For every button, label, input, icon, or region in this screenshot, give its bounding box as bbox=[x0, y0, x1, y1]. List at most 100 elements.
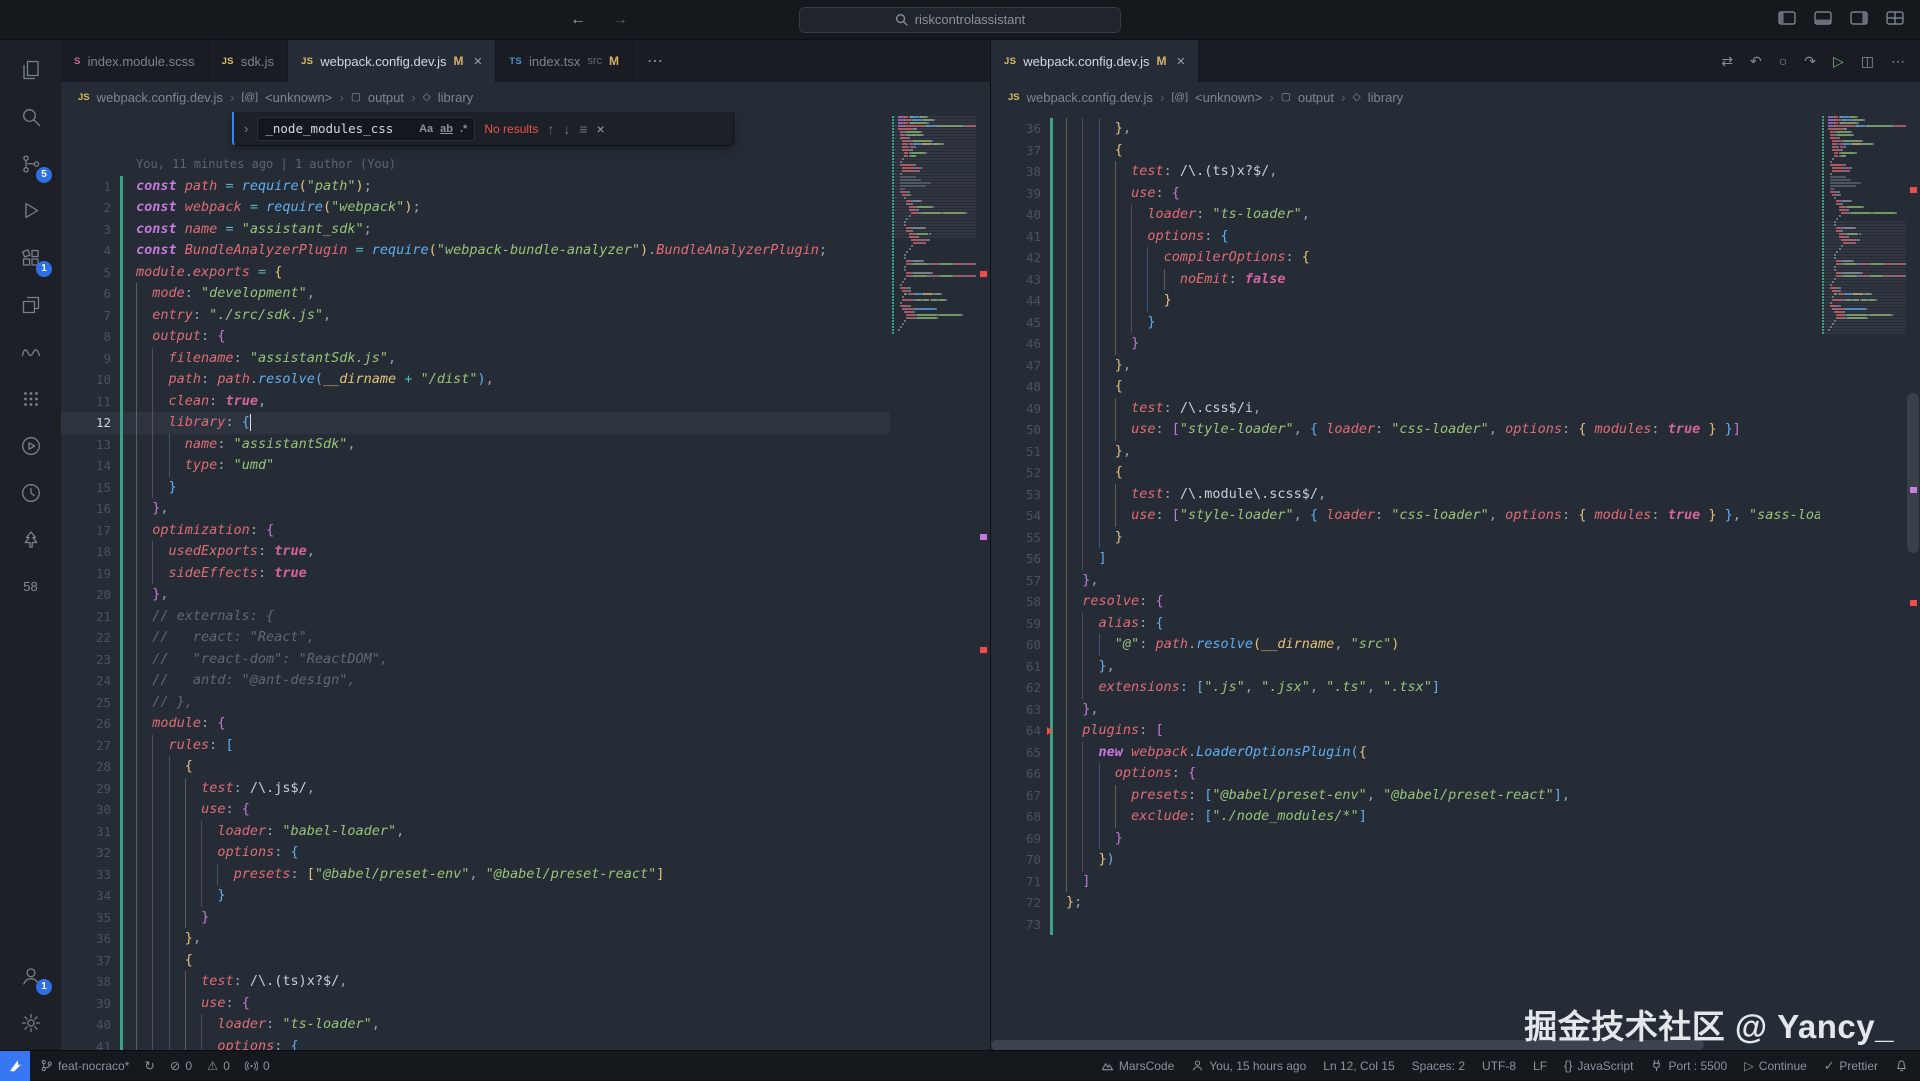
code-line-38[interactable]: 38 test: /\.(ts)x?$/, bbox=[61, 971, 890, 993]
breadcrumb-item-library[interactable]: library bbox=[1368, 90, 1403, 105]
warnings[interactable]: ⚠0 bbox=[207, 1058, 230, 1073]
code-line-8[interactable]: 8 output: { bbox=[61, 326, 890, 348]
open-changes-icon[interactable]: ⇄ bbox=[1721, 53, 1733, 70]
code-line-30[interactable]: 30 use: { bbox=[61, 799, 890, 821]
blame-status[interactable]: You, 15 hours ago bbox=[1191, 1059, 1306, 1073]
code-line-44[interactable]: 44 } bbox=[991, 290, 1820, 312]
cursor-position[interactable]: Ln 12, Col 15 bbox=[1323, 1059, 1394, 1073]
breadcrumb-item-file[interactable]: webpack.config.dev.js bbox=[1027, 90, 1153, 105]
code-line-7[interactable]: 7 entry: "./src/sdk.js", bbox=[61, 305, 890, 327]
history-back-icon[interactable]: ← bbox=[570, 11, 586, 29]
code-line-68[interactable]: 68 exclude: ["./node_modules/*"] bbox=[991, 806, 1820, 828]
code-line-15[interactable]: 15 } bbox=[61, 477, 890, 499]
layout-panel-bottom-icon[interactable] bbox=[1814, 11, 1832, 30]
tab-webpack-config-dev-js[interactable]: JSwebpack.config.dev.jsM× bbox=[288, 40, 496, 82]
marscode-logo[interactable] bbox=[0, 1051, 30, 1081]
code-line-34[interactable]: 34 } bbox=[61, 885, 890, 907]
code-line-16[interactable]: 16 }, bbox=[61, 498, 890, 520]
language-mode[interactable]: {}JavaScript bbox=[1564, 1059, 1633, 1073]
code-line-53[interactable]: 53 test: /\.module\.scss$/, bbox=[991, 484, 1820, 506]
activity-item-counter[interactable]: 58 bbox=[0, 563, 61, 610]
regex-icon[interactable]: .* bbox=[460, 123, 467, 135]
code-line-5[interactable]: 5module.exports = { bbox=[61, 262, 890, 284]
code-line-27[interactable]: 27 rules: [ bbox=[61, 735, 890, 757]
code-line-62[interactable]: 62 extensions: [".js", ".jsx", ".ts", ".… bbox=[991, 677, 1820, 699]
code-line-2[interactable]: 2const webpack = require("webpack"); bbox=[61, 197, 890, 219]
code-line-36[interactable]: 36 }, bbox=[991, 118, 1820, 140]
code-line-22[interactable]: 22 // react: "React", bbox=[61, 627, 890, 649]
code-line-70[interactable]: 70 }) bbox=[991, 849, 1820, 871]
code-line-32[interactable]: 32 options: { bbox=[61, 842, 890, 864]
code-line-58[interactable]: 58 resolve: { bbox=[991, 591, 1820, 613]
code-line-48[interactable]: 48 { bbox=[991, 376, 1820, 398]
code-line-60[interactable]: 60 "@": path.resolve(__dirname, "src") bbox=[991, 634, 1820, 656]
code-line-18[interactable]: 18 usedExports: true, bbox=[61, 541, 890, 563]
code-line-39[interactable]: 39 use: { bbox=[61, 993, 890, 1015]
code-line-11[interactable]: 11 clean: true, bbox=[61, 391, 890, 413]
code-line-35[interactable]: 35 } bbox=[61, 907, 890, 929]
activity-item-search[interactable] bbox=[0, 93, 61, 140]
code-line-14[interactable]: 14 type: "umd" bbox=[61, 455, 890, 477]
activity-item-apps[interactable] bbox=[0, 375, 61, 422]
code-line-38[interactable]: 38 test: /\.(ts)x?$/, bbox=[991, 161, 1820, 183]
navigate-back-icon[interactable]: ↶ bbox=[1750, 53, 1762, 70]
minimap[interactable] bbox=[892, 116, 976, 1050]
code-line-39[interactable]: 39 use: { bbox=[991, 183, 1820, 205]
breadcrumb-item-file[interactable]: webpack.config.dev.js bbox=[97, 90, 223, 105]
close-tab-icon[interactable]: × bbox=[1176, 53, 1185, 70]
navigate-forward-icon[interactable]: ↷ bbox=[1804, 53, 1816, 70]
whole-word-icon[interactable]: ab bbox=[440, 123, 453, 135]
code-line-67[interactable]: 67 presets: ["@babel/preset-env", "@babe… bbox=[991, 785, 1820, 807]
tab-index-tsx[interactable]: TSindex.tsxsrcM bbox=[496, 40, 633, 82]
activity-item-account[interactable]: 1 bbox=[0, 952, 61, 999]
code-line-20[interactable]: 20 }, bbox=[61, 584, 890, 606]
code-line-43[interactable]: 43 noEmit: false bbox=[991, 269, 1820, 291]
code-line-36[interactable]: 36 }, bbox=[61, 928, 890, 950]
code-line-21[interactable]: 21 // externals: { bbox=[61, 606, 890, 628]
history-forward-icon[interactable]: → bbox=[612, 11, 628, 29]
code-line-29[interactable]: 29 test: /\.js$/, bbox=[61, 778, 890, 800]
code-line-59[interactable]: 59 alias: { bbox=[991, 613, 1820, 635]
find-input[interactable]: _node_modules_css Aa ab .* bbox=[257, 117, 475, 141]
code-line-9[interactable]: 9 filename: "assistantSdk.js", bbox=[61, 348, 890, 370]
code-line-25[interactable]: 25 // }, bbox=[61, 692, 890, 714]
toggle-replace-icon[interactable]: › bbox=[244, 121, 248, 136]
code-line-42[interactable]: 42 compilerOptions: { bbox=[991, 247, 1820, 269]
eol[interactable]: LF bbox=[1533, 1059, 1547, 1073]
code-line-41[interactable]: 41 options: { bbox=[61, 1036, 890, 1051]
code-area[interactable]: 36 },37 {38 test: /\.(ts)x?$/,39 use: {4… bbox=[991, 112, 1820, 1050]
breadcrumb-item-output[interactable]: output bbox=[368, 90, 404, 105]
split-editor-icon[interactable]: ◫ bbox=[1861, 53, 1874, 70]
code-line-55[interactable]: 55 } bbox=[991, 527, 1820, 549]
code-line-3[interactable]: 3const name = "assistant_sdk"; bbox=[61, 219, 890, 241]
marscode-status[interactable]: MarsCode bbox=[1101, 1059, 1174, 1073]
code-line-40[interactable]: 40 loader: "ts-loader", bbox=[61, 1014, 890, 1036]
layout-sidebar-left-icon[interactable] bbox=[1778, 11, 1796, 30]
more-actions-icon[interactable]: ⋯ bbox=[1891, 53, 1905, 70]
breadcrumb-item-library[interactable]: library bbox=[438, 90, 473, 105]
code-line-6[interactable]: 6 mode: "development", bbox=[61, 283, 890, 305]
more-tabs-button[interactable]: ⋯ bbox=[635, 51, 675, 71]
code-line-50[interactable]: 50 use: ["style-loader", { loader: "css-… bbox=[991, 419, 1820, 441]
breadcrumb-item-symbol[interactable]: <unknown> bbox=[265, 90, 332, 105]
code-line-72[interactable]: 72}; bbox=[991, 892, 1820, 914]
git-branch[interactable]: feat-nocraco* bbox=[40, 1059, 129, 1073]
code-line-4[interactable]: 4const BundleAnalyzerPlugin = require("w… bbox=[61, 240, 890, 262]
code-line-45[interactable]: 45 } bbox=[991, 312, 1820, 334]
code-line-24[interactable]: 24 // antd: "@ant-design", bbox=[61, 670, 890, 692]
layout-customize-icon[interactable] bbox=[1886, 11, 1904, 30]
code-line-19[interactable]: 19 sideEffects: true bbox=[61, 563, 890, 585]
activity-item-history[interactable] bbox=[0, 469, 61, 516]
command-center-search[interactable]: riskcontrolassistant bbox=[799, 7, 1121, 33]
sync-changes[interactable]: ↻ bbox=[144, 1058, 154, 1073]
breadcrumb-item-output[interactable]: output bbox=[1298, 90, 1334, 105]
code-line-51[interactable]: 51 }, bbox=[991, 441, 1820, 463]
code-line-49[interactable]: 49 test: /\.css$/i, bbox=[991, 398, 1820, 420]
code-line-64[interactable]: 64 plugins: [ bbox=[991, 720, 1820, 742]
code-line-46[interactable]: 46 } bbox=[991, 333, 1820, 355]
code-line-10[interactable]: 10 path: path.resolve(__dirname + "/dist… bbox=[61, 369, 890, 391]
activity-item-remote-explorer[interactable] bbox=[0, 281, 61, 328]
code-line-47[interactable]: 47 }, bbox=[991, 355, 1820, 377]
git-blame-lens[interactable]: You, 11 minutes ago | 1 author (You) bbox=[61, 154, 890, 176]
activity-item-ai-assistant[interactable] bbox=[0, 328, 61, 375]
